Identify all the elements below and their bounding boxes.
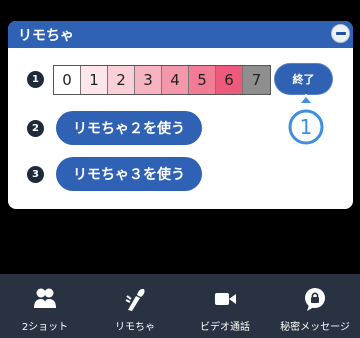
bottom-tab-bar: 2ショット リモちゃ ビデオ通話 秘密メッセージ <box>0 274 360 338</box>
lock-message-icon <box>305 288 325 311</box>
level-cell-7[interactable]: 7 <box>243 66 270 94</box>
end-button[interactable]: 終了 <box>275 64 332 94</box>
level-cell-0[interactable]: 0 <box>54 66 81 94</box>
tab-label-two-shot: 2ショット <box>21 322 69 333</box>
level-cell-5[interactable]: 5 <box>189 66 216 94</box>
use-remocha2-button[interactable]: リモちゃ２を使う <box>56 111 202 145</box>
tab-label-remocha: リモちゃ <box>115 322 155 333</box>
two-people-icon <box>34 288 56 308</box>
level-label-4: 4 <box>170 71 180 89</box>
level-label-6: 6 <box>224 71 234 89</box>
tab-two-shot[interactable]: 2ショット <box>0 274 90 338</box>
level-label-1: 1 <box>89 71 99 89</box>
pointer-marker-label: 1 <box>300 115 313 139</box>
level-cell-6[interactable]: 6 <box>216 66 243 94</box>
tab-label-video-call: ビデオ通話 <box>200 322 250 333</box>
tab-remocha[interactable]: リモちゃ <box>90 274 180 338</box>
video-camera-icon <box>215 293 236 305</box>
level-cell-1[interactable]: 1 <box>81 66 108 94</box>
level-cell-3[interactable]: 3 <box>135 66 162 94</box>
level-label-7: 7 <box>251 71 262 89</box>
step-number-1: 1 <box>27 71 44 88</box>
pointer-marker: 1 <box>288 94 324 148</box>
step-number-3: 3 <box>27 166 44 183</box>
tab-label-secret-message: 秘密メッセージ <box>280 322 350 333</box>
level-label-0: 0 <box>62 71 72 89</box>
level-cell-4[interactable]: 4 <box>162 66 189 94</box>
tab-video-call[interactable]: ビデオ通話 <box>180 274 270 338</box>
step-number-2: 2 <box>27 120 44 137</box>
level-cell-2[interactable]: 2 <box>108 66 135 94</box>
minus-circle-icon[interactable] <box>331 24 350 43</box>
level-label-5: 5 <box>197 71 207 89</box>
tab-secret-message[interactable]: 秘密メッセージ <box>270 274 360 338</box>
pointer-marker-graphic: 1 <box>288 94 324 145</box>
level-label-3: 3 <box>143 71 153 89</box>
panel-title: リモちゃ <box>18 27 74 44</box>
remocha-device-icon <box>125 288 145 311</box>
panel-header: リモちゃ <box>8 21 353 48</box>
use-remocha3-button[interactable]: リモちゃ３を使う <box>56 157 202 191</box>
level-label-2: 2 <box>116 71 126 89</box>
level-selector: 0 1 2 3 4 5 6 7 <box>53 65 271 95</box>
